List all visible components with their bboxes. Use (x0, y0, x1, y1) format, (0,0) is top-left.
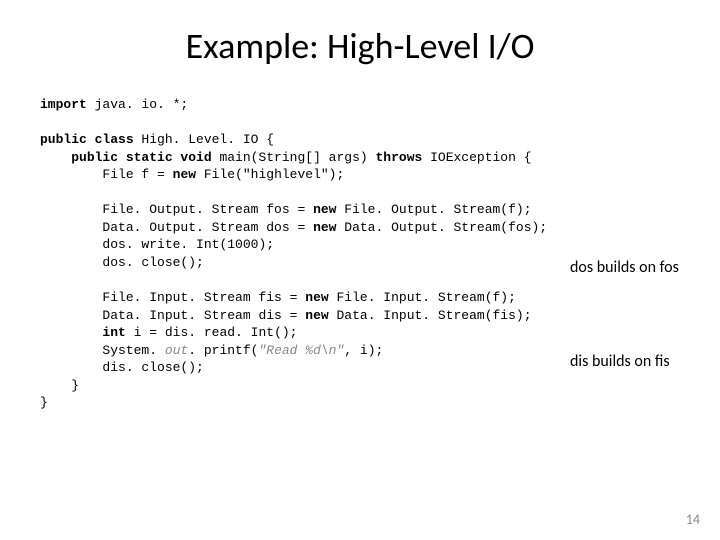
slide-title: Example: High-Level I/O (0, 0, 720, 96)
code-kw: throws (375, 150, 430, 165)
code-text: dis. close(); (102, 360, 203, 375)
code-kw: int (102, 325, 133, 340)
code-string: "Read %d\n" (258, 343, 344, 358)
code-text: dos. write. Int(1000); (102, 237, 274, 252)
code-text: dos. close(); (102, 255, 203, 270)
code-kw: public class (40, 132, 141, 147)
code-text: File. Input. Stream fis = (102, 290, 305, 305)
code-text: IOException { (430, 150, 531, 165)
page-number: 14 (686, 511, 700, 528)
annotation-dis: dis builds on fis (570, 352, 670, 371)
slide: Example: High-Level I/O import java. io.… (0, 0, 720, 540)
code-text: High. Level. IO { (141, 132, 274, 147)
code-text: . printf( (188, 343, 258, 358)
code-static: out (165, 343, 188, 358)
code-text: , i); (344, 343, 383, 358)
code-text: Data. Output. Stream(fos); (344, 220, 547, 235)
code-text: File f = (102, 167, 172, 182)
code-kw: new (305, 290, 336, 305)
annotation-dos: dos builds on fos (570, 258, 679, 277)
code-text: File. Output. Stream fos = (102, 202, 313, 217)
code-kw: import (40, 97, 87, 112)
code-text: } (71, 378, 79, 393)
code-text: File. Input. Stream(f); (336, 290, 515, 305)
code-text: main(String[] args) (219, 150, 375, 165)
code-text: File. Output. Stream(f); (344, 202, 531, 217)
code-text: Data. Input. Stream(fis); (336, 308, 531, 323)
code-text: } (40, 395, 48, 410)
code-text: File("highlevel"); (204, 167, 344, 182)
code-text: i = dis. read. Int(); (134, 325, 298, 340)
code-kw: new (305, 308, 336, 323)
code-text: System. (102, 343, 164, 358)
code-kw: new (313, 220, 344, 235)
code-text: Data. Output. Stream dos = (102, 220, 313, 235)
code-text: java. io. *; (87, 97, 188, 112)
code-text: Data. Input. Stream dis = (102, 308, 305, 323)
code-kw: new (313, 202, 344, 217)
code-kw: public static void (71, 150, 219, 165)
code-kw: new (173, 167, 204, 182)
